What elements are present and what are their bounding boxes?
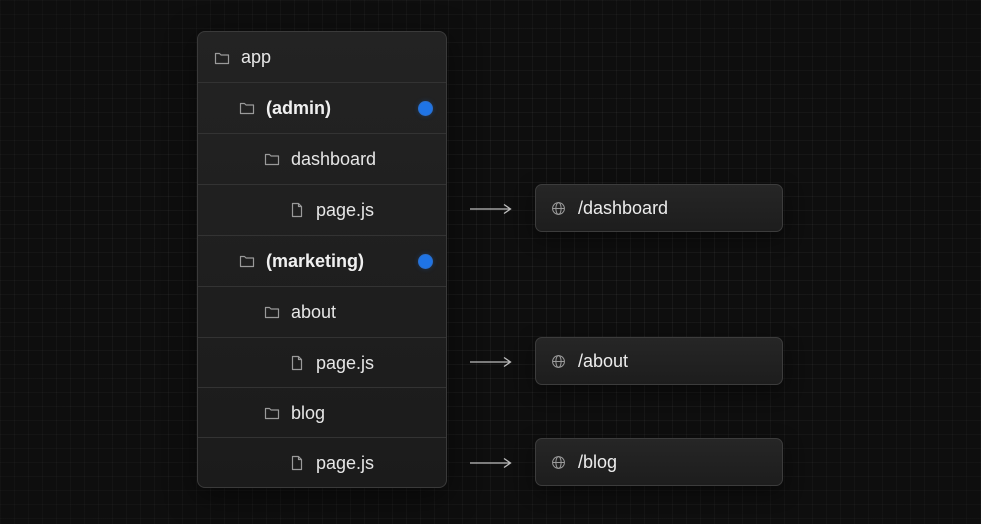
tree-row-about-page[interactable]: page.js bbox=[198, 337, 446, 388]
tree-row-blog[interactable]: blog bbox=[198, 387, 446, 438]
tree-row-blog-page[interactable]: page.js bbox=[198, 437, 446, 487]
route-label: /dashboard bbox=[578, 197, 669, 218]
folder-icon bbox=[263, 404, 281, 422]
folder-icon bbox=[238, 99, 256, 117]
tree-row-label: (admin) bbox=[266, 97, 331, 118]
folder-icon bbox=[213, 49, 231, 67]
tree-row-label: about bbox=[291, 301, 337, 322]
route-group-marker bbox=[419, 101, 432, 115]
tree-row-dashboard-page[interactable]: page.js bbox=[198, 184, 446, 235]
file-icon bbox=[288, 201, 306, 219]
tree-row-label: page.js bbox=[316, 352, 375, 373]
tree-row-label: blog bbox=[291, 402, 326, 423]
route-group-marker bbox=[419, 254, 432, 268]
route-dashboard[interactable]: /dashboard bbox=[535, 184, 783, 232]
globe-icon bbox=[550, 353, 566, 369]
tree-row-label: page.js bbox=[316, 199, 375, 220]
route-label: /about bbox=[578, 350, 629, 371]
folder-icon bbox=[238, 252, 256, 270]
file-icon bbox=[288, 454, 306, 472]
tree-row-label: dashboard bbox=[291, 148, 377, 169]
tree-row-label: app bbox=[241, 47, 272, 67]
background-grid bbox=[0, 0, 981, 524]
globe-icon bbox=[550, 200, 566, 216]
tree-row-label: page.js bbox=[316, 452, 375, 473]
route-label: /blog bbox=[578, 451, 618, 472]
globe-icon bbox=[550, 454, 566, 470]
folder-icon bbox=[263, 303, 281, 321]
route-blog[interactable]: /blog bbox=[535, 438, 783, 486]
tree-row-marketing-group[interactable]: (marketing) bbox=[198, 235, 446, 286]
arrow-icon bbox=[470, 356, 512, 368]
file-icon bbox=[288, 354, 306, 372]
tree-row-admin-group[interactable]: (admin) bbox=[198, 82, 446, 133]
tree-row-app[interactable]: app bbox=[198, 32, 446, 83]
arrow-icon bbox=[470, 203, 512, 215]
tree-row-label: (marketing) bbox=[266, 250, 365, 271]
folder-icon bbox=[263, 150, 281, 168]
tree-row-dashboard[interactable]: dashboard bbox=[198, 133, 446, 184]
tree-row-about[interactable]: about bbox=[198, 286, 446, 337]
route-about[interactable]: /about bbox=[535, 337, 783, 385]
arrow-icon bbox=[470, 457, 512, 469]
file-tree: app (admin) dashboard page.js (marketing… bbox=[197, 31, 447, 488]
